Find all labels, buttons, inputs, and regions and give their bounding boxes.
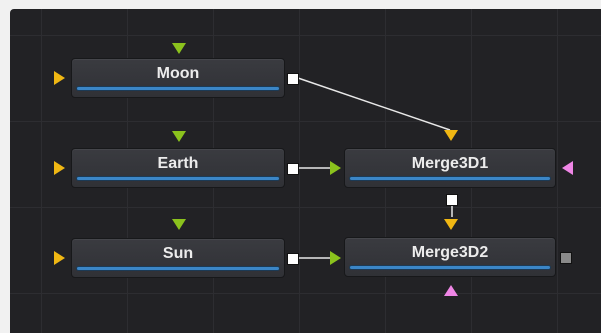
node-merge3d1-label: Merge3D1	[411, 155, 489, 172]
sun-foreground-input-icon[interactable]	[172, 219, 186, 230]
node-earth-status-bar	[77, 177, 279, 180]
merge3d1-effect-mask-input-icon[interactable]	[562, 161, 573, 175]
merge3d1-output-port[interactable]	[446, 194, 458, 206]
node-earth-label: Earth	[157, 155, 199, 172]
node-merge3d2-status-bar	[350, 266, 550, 269]
sun-background-input-icon[interactable]	[54, 251, 65, 265]
merge3d2-background-input-icon[interactable]	[444, 219, 458, 230]
node-sun-status-bar	[77, 267, 279, 270]
earth-background-input-icon[interactable]	[54, 161, 65, 175]
moon-foreground-input-icon[interactable]	[172, 43, 186, 54]
merge3d2-foreground-input-icon[interactable]	[330, 251, 341, 265]
node-merge3d2-label: Merge3D2	[411, 244, 489, 261]
earth-output-port[interactable]	[287, 163, 299, 175]
merge3d1-background-input-icon[interactable]	[444, 130, 458, 141]
merge3d2-output-port[interactable]	[560, 252, 572, 264]
node-merge3d2[interactable]: Merge3D2	[344, 237, 556, 277]
node-moon-label: Moon	[156, 65, 200, 82]
node-moon-status-bar	[77, 87, 279, 90]
node-merge3d1[interactable]: Merge3D1	[344, 148, 556, 188]
moon-background-input-icon[interactable]	[54, 71, 65, 85]
earth-foreground-input-icon[interactable]	[172, 131, 186, 142]
sun-output-port[interactable]	[287, 253, 299, 265]
node-sun[interactable]: Sun	[71, 238, 285, 278]
node-moon[interactable]: Moon	[71, 58, 285, 98]
merge3d1-foreground-input-icon[interactable]	[330, 161, 341, 175]
merge3d2-effect-mask-input-icon[interactable]	[444, 285, 458, 296]
node-earth[interactable]: Earth	[71, 148, 285, 188]
node-merge3d1-status-bar	[350, 177, 550, 180]
node-sun-label: Sun	[162, 245, 194, 262]
moon-output-port[interactable]	[287, 73, 299, 85]
